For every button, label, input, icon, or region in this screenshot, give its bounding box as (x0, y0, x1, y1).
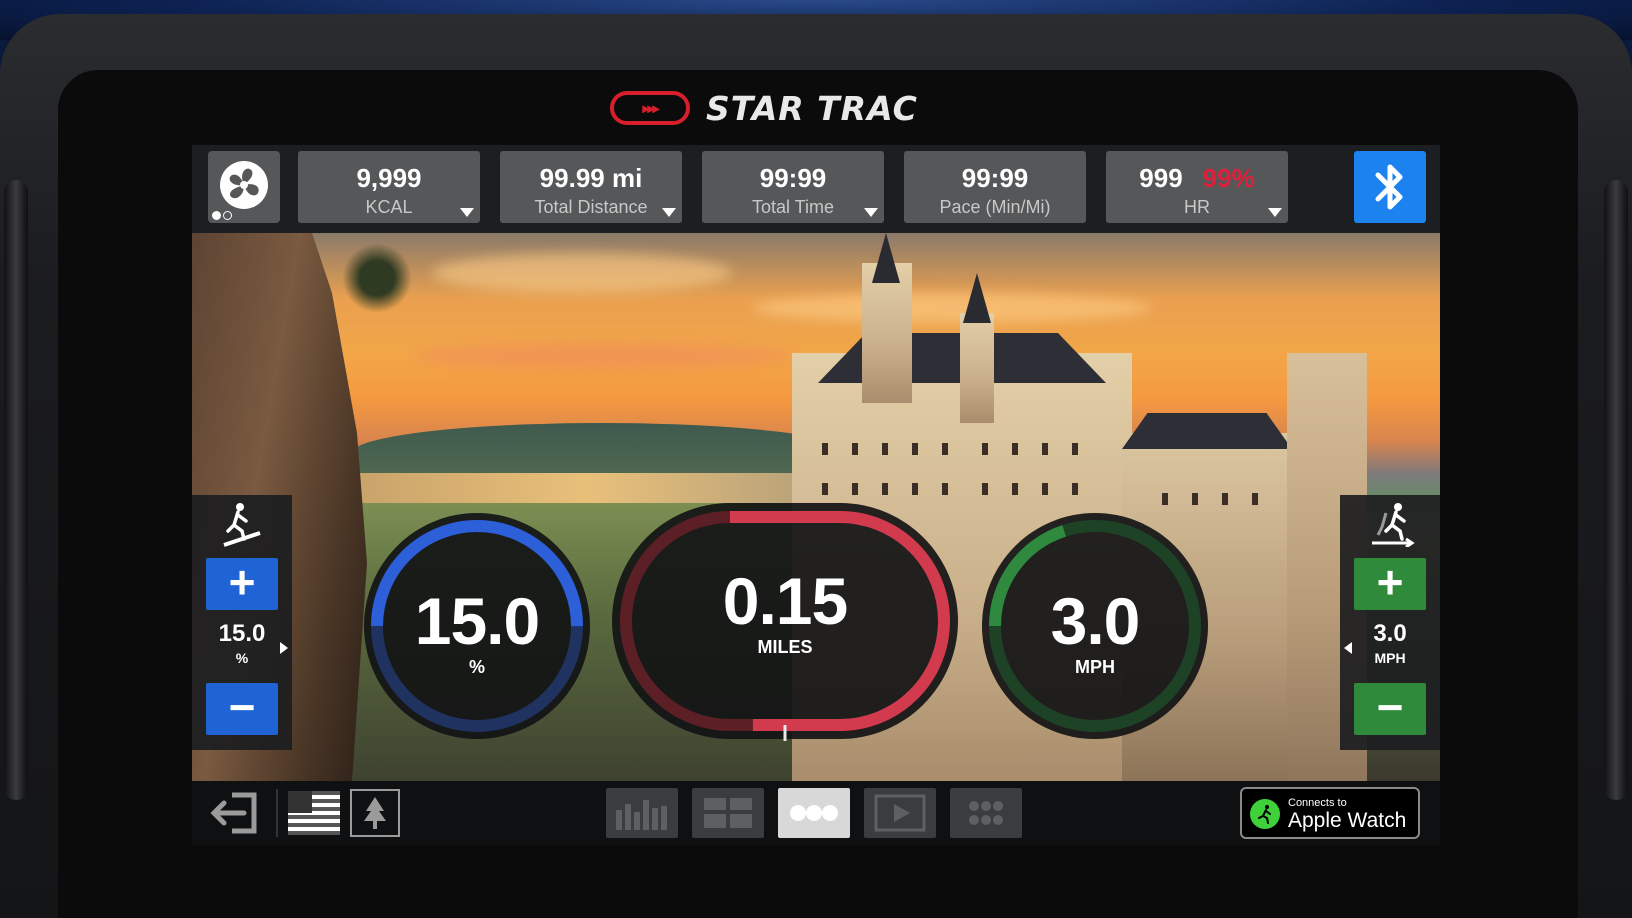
us-flag-icon[interactable] (288, 789, 340, 837)
incline-level-unit: % (235, 650, 249, 666)
speed-runner-icon (1372, 503, 1415, 547)
incline-down-button[interactable]: − (206, 683, 278, 735)
speed-presets-arrow-icon[interactable] (1344, 642, 1352, 654)
distance-readout: 0.15 MILES (610, 563, 960, 658)
stat-heart-rate[interactable]: 999 99% HR (1106, 151, 1288, 223)
dropdown-arrow-icon (1268, 208, 1282, 217)
video-mode-button[interactable] (864, 788, 936, 838)
stat-label: KCAL (365, 197, 413, 217)
lake (352, 473, 822, 503)
stat-value: 99:99 (961, 163, 1029, 193)
apple-watch-label: Apple Watch (1288, 809, 1407, 832)
play-icon (874, 794, 926, 832)
exit-icon[interactable] (208, 789, 264, 837)
speed-down-button[interactable]: − (1354, 683, 1426, 735)
incline-unit: % (468, 657, 485, 677)
stat-label: Pace (Min/Mi) (939, 197, 1051, 217)
apple-watch-caption: Connects to (1288, 797, 1347, 809)
apps-mode-button[interactable] (950, 788, 1022, 838)
stats-bar: 9,999 KCAL 99.99 mi Total Distance 99:99… (192, 145, 1440, 233)
apple-watch-button[interactable]: Connects to Apple Watch (1240, 787, 1420, 839)
stat-value: 9,999 (356, 163, 422, 193)
speed-control: + 3.0 MPH − (1340, 495, 1440, 750)
bluetooth-button[interactable] (1354, 151, 1426, 223)
fan-speed-indicator (212, 211, 232, 220)
three-dots-icon (790, 805, 838, 821)
dropdown-arrow-icon (662, 208, 676, 217)
speed-level-value: 3.0 (1373, 620, 1407, 647)
divider (276, 789, 278, 837)
dropdown-arrow-icon (460, 208, 474, 217)
tree-branch (342, 243, 412, 313)
dropdown-arrow-icon (864, 208, 878, 217)
gauges-mode-button[interactable] (778, 788, 850, 838)
incline-runner-icon (223, 503, 261, 547)
brand-name: STAR TRAC (706, 88, 918, 128)
incline-readout: 15.0 % (362, 583, 592, 678)
incline-control: + 15.0 % − (192, 495, 292, 750)
incline-gauge: 15.0 % (362, 511, 592, 741)
incline-up-button[interactable]: + (206, 558, 278, 610)
speed-unit: MPH (1075, 657, 1115, 677)
treadmill-display: 9,999 KCAL 99.99 mi Total Distance 99:99… (192, 145, 1440, 845)
incline-level-value: 15.0 (218, 620, 266, 647)
left-handle (4, 180, 28, 800)
stat-label: Total Distance (534, 197, 648, 217)
apps-grid-icon (969, 801, 1003, 825)
fan-button[interactable] (208, 151, 280, 223)
bottom-bar: Connects to Apple Watch (192, 781, 1440, 845)
speed-gauge: 3.0 MPH (980, 511, 1210, 741)
stat-kcal[interactable]: 9,999 KCAL (298, 151, 480, 223)
incline-presets-arrow-icon[interactable] (280, 642, 288, 654)
cloud (412, 343, 792, 369)
stat-total-distance[interactable]: 99.99 mi Total Distance (500, 151, 682, 223)
speed-value: 3.0 (1050, 584, 1141, 658)
tree-icon[interactable] (350, 789, 400, 837)
stat-label: HR (1184, 197, 1210, 217)
brand-logo: ▸▸▸ STAR TRAC (610, 86, 918, 130)
distance-value: 0.15 (722, 564, 848, 638)
cloud (432, 253, 732, 293)
stat-value: 999 (1139, 163, 1183, 193)
fan-icon (220, 161, 268, 209)
bluetooth-icon (1375, 164, 1403, 210)
bar-chart-mode-button[interactable] (606, 788, 678, 838)
incline-level: 15.0 % (192, 620, 292, 666)
scenery-video: 15.0 % 0.15 MILES 3.0 MPH (192, 233, 1440, 781)
split-view-icon (704, 798, 752, 828)
stat-label: Total Time (751, 197, 835, 217)
split-view-mode-button[interactable] (692, 788, 764, 838)
hr-percent: 99% (1202, 163, 1255, 193)
brand-mark-icon: ▸▸▸ (610, 91, 690, 125)
stat-total-time[interactable]: 99:99 Total Time (702, 151, 884, 223)
speed-level: 3.0 MPH (1340, 620, 1440, 666)
speed-level-unit: MPH (1374, 650, 1406, 666)
speed-up-button[interactable]: + (1354, 558, 1426, 610)
right-handle (1604, 180, 1628, 800)
bar-chart-icon (616, 800, 667, 830)
stat-value: 99.99 mi (539, 163, 643, 193)
stat-value: 99:99 (759, 163, 827, 193)
speed-readout: 3.0 MPH (980, 583, 1210, 678)
incline-value: 15.0 (414, 584, 540, 658)
distance-unit: MILES (757, 637, 813, 657)
stat-pace[interactable]: 99:99 Pace (Min/Mi) (904, 151, 1086, 223)
runner-icon (1250, 799, 1280, 829)
distance-gauge: 0.15 MILES (610, 501, 960, 741)
